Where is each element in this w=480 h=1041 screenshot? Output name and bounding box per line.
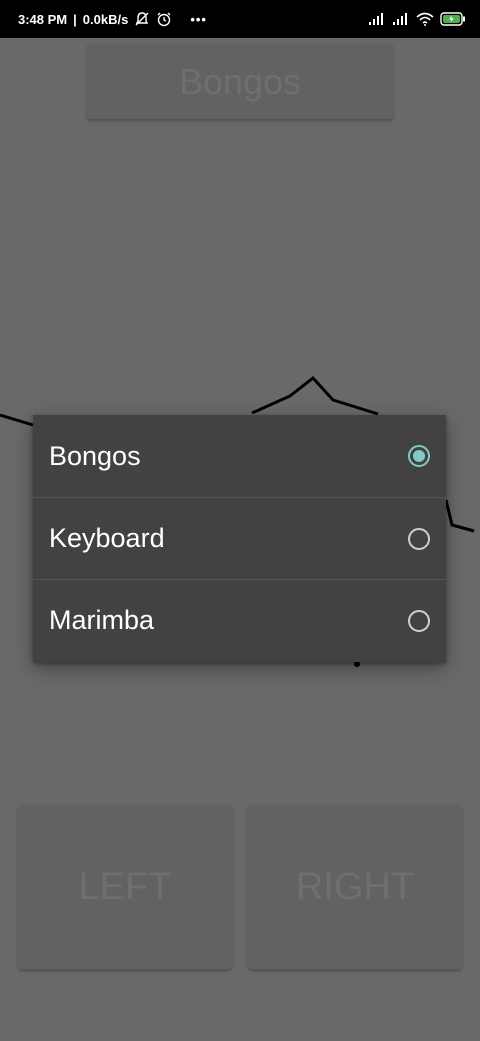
left-button-label: LEFT bbox=[78, 865, 172, 908]
radio-button[interactable] bbox=[408, 527, 430, 550]
radio-button[interactable] bbox=[408, 445, 430, 467]
option-label: Marimba bbox=[49, 605, 155, 635]
option-marimba[interactable]: Marimba bbox=[33, 579, 446, 661]
radio-button[interactable] bbox=[408, 609, 430, 632]
right-button[interactable]: RIGHT bbox=[248, 805, 462, 969]
left-button[interactable]: LEFT bbox=[18, 805, 232, 969]
option-label: Bongos bbox=[49, 440, 141, 471]
right-button-label: RIGHT bbox=[295, 865, 415, 908]
option-keyboard[interactable]: Keyboard bbox=[33, 497, 446, 579]
radio-dot bbox=[413, 450, 425, 462]
option-bongos[interactable]: Bongos bbox=[33, 415, 446, 497]
option-label: Keyboard bbox=[49, 523, 165, 553]
instrument-dialog: Bongos Keyboard Marimba bbox=[33, 415, 446, 662]
